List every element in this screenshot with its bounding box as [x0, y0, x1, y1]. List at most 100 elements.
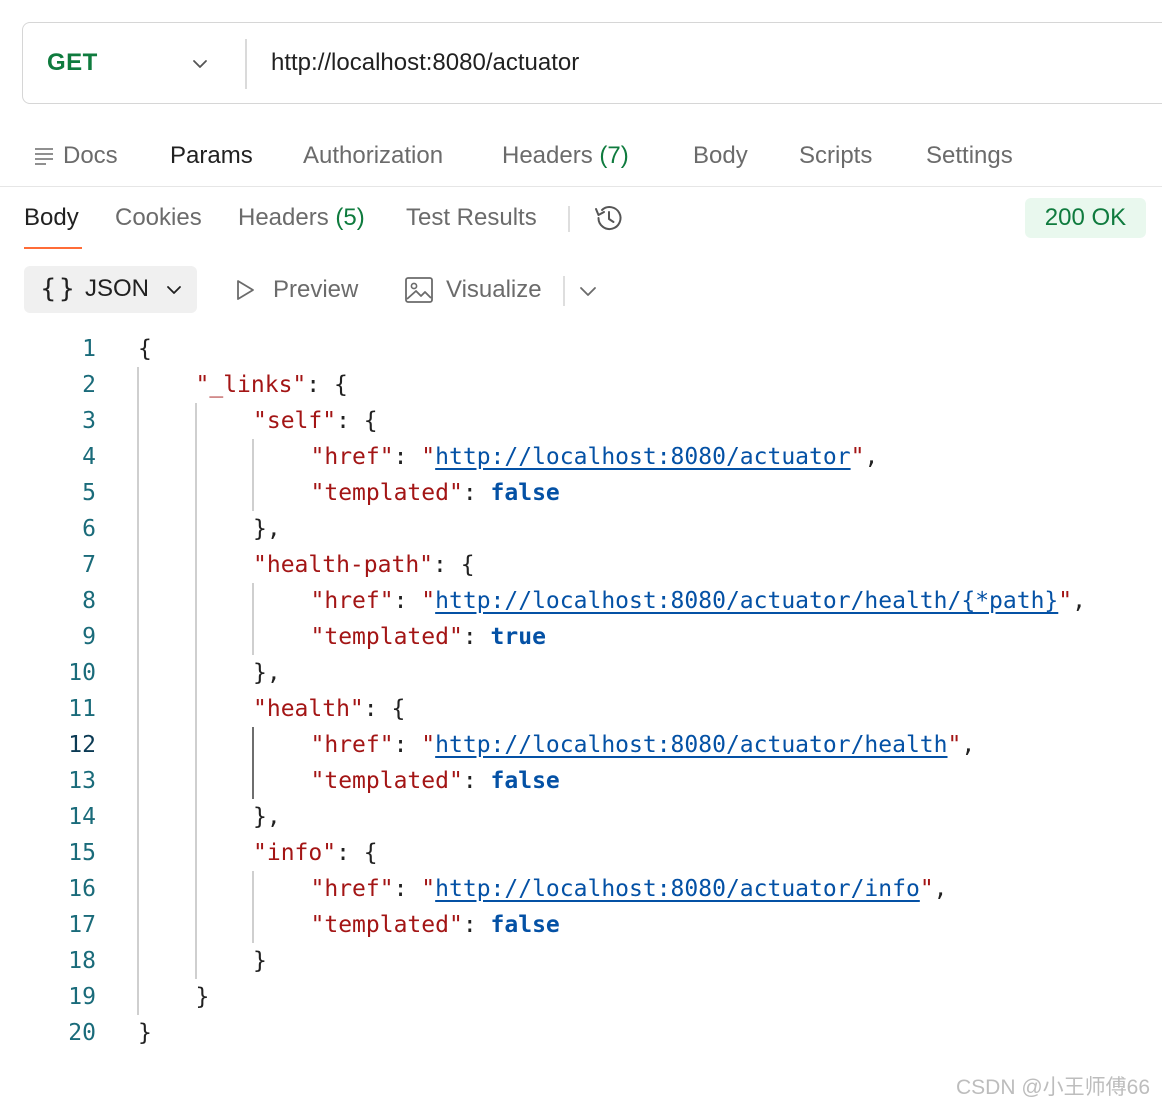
code-text: "templated": false [311, 907, 560, 943]
tab-headers[interactable]: Headers (7) [502, 142, 629, 170]
divider [563, 276, 565, 306]
json-punctuation: , [1072, 588, 1086, 614]
json-punctuation: }, [253, 516, 281, 542]
json-key: "href" [310, 444, 394, 470]
json-string-link[interactable]: http://localhost:8080/actuator/health [435, 732, 947, 758]
chevron-down-icon [167, 286, 181, 294]
code-text: { [138, 331, 152, 367]
response-tab-test-results[interactable]: Test Results [406, 204, 537, 232]
code-line: 13 "templated": false [0, 763, 1162, 799]
line-number: 12 [68, 732, 96, 758]
code-text: } [138, 1015, 152, 1051]
method-select[interactable]: GET [47, 49, 98, 77]
image-icon [405, 277, 433, 303]
tab-docs[interactable]: Docs [33, 142, 118, 170]
code-line: 2 "_links": { [0, 367, 1162, 403]
response-tab-headers-label: Headers [238, 204, 329, 231]
history-icon[interactable] [592, 201, 626, 235]
line-number: 9 [82, 624, 96, 650]
code-line: 7 "health-path": { [0, 547, 1162, 583]
line-number: 5 [82, 480, 96, 506]
json-key: "self" [253, 408, 337, 434]
code-line: 14}, [0, 799, 1162, 835]
chevron-down-icon[interactable] [189, 53, 211, 75]
code-line: 17 "templated": false [0, 907, 1162, 943]
json-punctuation: , [864, 444, 879, 470]
json-key: "href" [310, 732, 394, 758]
code-line: 19} [0, 979, 1162, 1015]
chevron-down-icon[interactable] [577, 280, 599, 302]
response-tab-body[interactable]: Body [24, 204, 79, 232]
line-number: 1 [82, 336, 96, 362]
line-number: 7 [82, 552, 96, 578]
json-punctuation: } [195, 984, 210, 1010]
line-number: 13 [68, 768, 96, 794]
code-line: 3 "self": { [0, 403, 1162, 439]
preview-button[interactable]: Preview [273, 276, 358, 304]
line-number: 8 [82, 588, 96, 614]
code-text: "_links": { [196, 367, 348, 403]
code-text: "href": "http://localhost:8080/actuator"… [311, 439, 879, 475]
code-line: 16 "href": "http://localhost:8080/actuato… [0, 871, 1162, 907]
code-line: 1{ [0, 331, 1162, 367]
code-line: 9 "templated": true [0, 619, 1162, 655]
json-punctuation: }, [253, 660, 281, 686]
json-string-link[interactable]: http://localhost:8080/actuator/info [435, 876, 920, 902]
watermark: CSDN @小王师傅66 [956, 1076, 1151, 1099]
json-punctuation: : { [336, 408, 378, 434]
line-number: 19 [68, 984, 96, 1010]
code-text: }, [253, 799, 281, 835]
tab-body[interactable]: Body [693, 142, 748, 170]
json-punctuation: : [462, 480, 491, 506]
code-text: "info": { [253, 835, 378, 871]
line-number: 20 [68, 1020, 96, 1046]
json-boolean: false [490, 912, 560, 938]
code-line: 4 "href": "http://localhost:8080/actuator… [0, 439, 1162, 475]
json-key: "health-path" [253, 552, 434, 578]
json-punctuation: , [961, 732, 976, 758]
json-punctuation: { [138, 336, 152, 362]
code-line: 5 "templated": false [0, 475, 1162, 511]
tab-headers-label: Headers [502, 142, 593, 169]
json-punctuation: : [462, 768, 491, 794]
json-boolean: false [490, 768, 560, 794]
response-headers-count-badge: (5) [335, 204, 365, 231]
tab-settings[interactable]: Settings [926, 142, 1013, 170]
tab-scripts[interactable]: Scripts [799, 142, 872, 170]
code-text: "self": { [253, 403, 378, 439]
line-number: 3 [82, 408, 96, 434]
json-punctuation: : { [306, 372, 348, 398]
json-punctuation: : { [363, 696, 406, 722]
json-string-link[interactable]: http://localhost:8080/actuator [435, 444, 850, 470]
response-tab-cookies[interactable]: Cookies [115, 204, 202, 232]
json-key: "href" [310, 876, 394, 902]
json-quote: " [421, 876, 436, 902]
line-number: 11 [68, 696, 96, 722]
format-select[interactable]: {} JSON [24, 266, 197, 313]
code-text: "templated": false [311, 763, 560, 799]
request-tabs: Docs Params Authorization Headers (7) Bo… [0, 138, 1162, 187]
json-key: "templated" [310, 912, 463, 938]
line-number: 4 [82, 444, 96, 470]
json-quote: " [919, 876, 934, 902]
json-string-link[interactable]: http://localhost:8080/actuator/health/{*… [435, 588, 1058, 614]
code-text: "health-path": { [253, 547, 475, 583]
tab-params[interactable]: Params [170, 142, 253, 170]
visualize-button[interactable]: Visualize [446, 276, 542, 304]
line-number: 10 [68, 660, 96, 686]
code-text: "href": "http://localhost:8080/actuator/… [311, 727, 976, 763]
json-quote: " [850, 444, 865, 470]
response-tab-headers[interactable]: Headers (5) [238, 204, 365, 232]
json-key: "info" [253, 840, 337, 866]
json-punctuation: }, [253, 804, 281, 830]
line-number: 2 [82, 372, 96, 398]
url-bar: GET http://localhost:8080/actuator [22, 22, 1162, 104]
line-number: 14 [68, 804, 96, 830]
headers-count-badge: (7) [599, 142, 629, 169]
json-braces-icon: {} [40, 274, 78, 304]
tab-authorization[interactable]: Authorization [303, 142, 443, 170]
divider [568, 206, 570, 232]
code-line: 6}, [0, 511, 1162, 547]
url-input[interactable]: http://localhost:8080/actuator [271, 49, 579, 77]
code-line: 18} [0, 943, 1162, 979]
